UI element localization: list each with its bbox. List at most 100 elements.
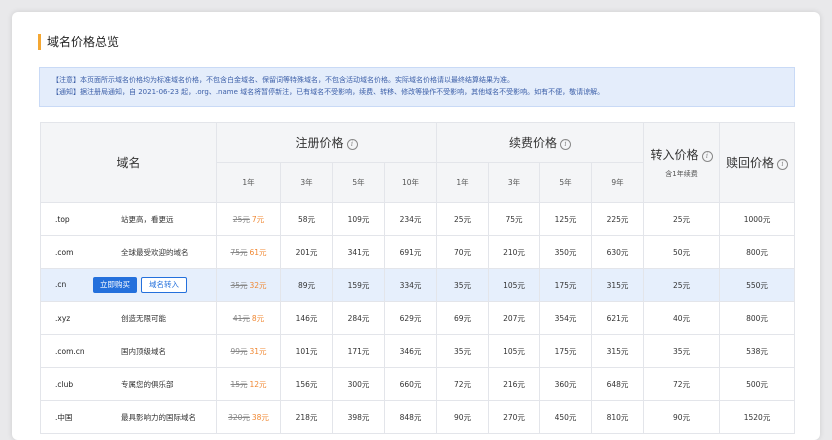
renew-5y-price: 350元 bbox=[539, 235, 593, 269]
domain-cell: .top 站更高，看更远 bbox=[40, 202, 217, 236]
renew-9y-price: 315元 bbox=[591, 334, 645, 368]
tld-name: .com.cn bbox=[55, 346, 85, 356]
original-price: 25元 bbox=[232, 214, 250, 224]
table-row[interactable]: .xyz 创造无限可能 41元 8元 146元 284元 629元 69元 207元… bbox=[40, 301, 796, 335]
table-row[interactable]: .com 全球最受欢迎的域名 75元 61元 201元 341元 691元 70元 … bbox=[40, 235, 796, 269]
tld-name: .xyz bbox=[55, 313, 71, 323]
register-10y-price: 334元 bbox=[383, 268, 438, 302]
register-1y-price: 35元 32元 bbox=[216, 268, 281, 302]
register-10y-price: 691元 bbox=[383, 235, 438, 269]
header-register-1y: 1年 bbox=[216, 162, 281, 203]
domain-cell: .cn 立即购买 域名转入 bbox=[40, 268, 217, 302]
header-register-5y: 5年 bbox=[332, 162, 385, 203]
header-redeem-price: 赎回价格 i bbox=[719, 122, 796, 203]
register-10y-price: 848元 bbox=[383, 400, 438, 434]
header-renew-price: 续费价格 i bbox=[436, 122, 645, 163]
domain-cell: .club 专属您的俱乐部 bbox=[40, 367, 217, 401]
buy-now-button[interactable]: 立即购买 bbox=[93, 277, 137, 293]
table-row-hovered[interactable]: .cn 立即购买 域名转入 35元 32元 89元 159元 334元 35元 105… bbox=[40, 268, 796, 302]
header-register-10y: 10年 bbox=[383, 162, 438, 203]
discount-price: 7元 bbox=[251, 214, 265, 224]
info-circle-icon[interactable]: i bbox=[777, 159, 789, 170]
renew-3y-price: 75元 bbox=[488, 202, 541, 236]
tld-name: .中国 bbox=[55, 412, 73, 422]
table-row[interactable]: .top 站更高，看更远 25元 7元 58元 109元 234元 25元 75元 … bbox=[40, 202, 796, 236]
register-5y-price: 300元 bbox=[332, 367, 385, 401]
info-circle-icon[interactable]: i bbox=[701, 151, 713, 162]
transfer-price: 50元 bbox=[643, 235, 721, 269]
renew-3y-price: 207元 bbox=[488, 301, 541, 335]
page-title: 域名价格总览 bbox=[38, 34, 119, 50]
register-5y-price: 109元 bbox=[332, 202, 385, 236]
register-3y-price: 89元 bbox=[280, 268, 333, 302]
domain-transfer-button[interactable]: 域名转入 bbox=[141, 277, 187, 293]
table-row[interactable]: .com.cn 国内顶级域名 99元 31元 101元 171元 346元 35元 … bbox=[40, 334, 796, 368]
renew-9y-price: 225元 bbox=[591, 202, 645, 236]
notice-line-attention: 【注意】本页面所示域名价格均为标准域名价格，不包含白金域名、保留词等特殊域名，不… bbox=[52, 76, 514, 84]
transfer-price: 72元 bbox=[643, 367, 721, 401]
header-register-price: 注册价格 i bbox=[215, 122, 438, 163]
renew-3y-price: 210元 bbox=[488, 235, 541, 269]
original-price: 41元 bbox=[232, 313, 250, 323]
notice-box: 【注意】本页面所示域名价格均为标准域名价格，不包含白金域名、保留词等特殊域名，不… bbox=[39, 67, 795, 107]
renew-9y-price: 648元 bbox=[591, 367, 645, 401]
renew-3y-price: 270元 bbox=[488, 400, 541, 434]
header-renew-5y: 5年 bbox=[539, 162, 593, 203]
redeem-price: 550元 bbox=[719, 268, 796, 302]
redeem-price: 800元 bbox=[719, 235, 796, 269]
renew-5y-price: 175元 bbox=[539, 334, 593, 368]
original-price: 320元 bbox=[228, 412, 250, 422]
original-price: 15元 bbox=[230, 379, 248, 389]
register-3y-price: 156元 bbox=[280, 367, 333, 401]
register-1y-price: 75元 61元 bbox=[216, 235, 281, 269]
renew-1y-price: 72元 bbox=[436, 367, 490, 401]
tld-name: .top bbox=[55, 214, 70, 224]
renew-5y-price: 175元 bbox=[539, 268, 593, 302]
discount-price: 32元 bbox=[249, 280, 267, 290]
transfer-price: 90元 bbox=[643, 400, 721, 434]
renew-1y-price: 90元 bbox=[436, 400, 490, 434]
tld-description: 专属您的俱乐部 bbox=[121, 379, 174, 389]
table-row[interactable]: .club 专属您的俱乐部 15元 12元 156元 300元 660元 72元 2… bbox=[40, 367, 796, 401]
info-circle-icon[interactable]: i bbox=[346, 139, 358, 150]
register-3y-price: 218元 bbox=[280, 400, 333, 434]
register-1y-price: 15元 12元 bbox=[216, 367, 281, 401]
discount-price: 61元 bbox=[249, 247, 267, 257]
register-5y-price: 341元 bbox=[332, 235, 385, 269]
transfer-price: 25元 bbox=[643, 268, 721, 302]
tld-description: 站更高，看更远 bbox=[121, 214, 174, 224]
register-5y-price: 159元 bbox=[332, 268, 385, 302]
discount-price: 8元 bbox=[251, 313, 265, 323]
tld-description: 全球最受欢迎的域名 bbox=[121, 247, 189, 257]
discount-price: 38元 bbox=[251, 412, 269, 422]
header-register-3y: 3年 bbox=[280, 162, 333, 203]
header-renew-9y: 9年 bbox=[591, 162, 645, 203]
transfer-note: 含1年续费 bbox=[665, 170, 698, 178]
original-price: 35元 bbox=[230, 280, 248, 290]
domain-cell: .中国 最具影响力的国际域名 bbox=[40, 400, 217, 434]
domain-cell: .com.cn 国内顶级域名 bbox=[40, 334, 217, 368]
renew-9y-price: 630元 bbox=[591, 235, 645, 269]
header-renew-3y: 3年 bbox=[488, 162, 541, 203]
renew-5y-price: 354元 bbox=[539, 301, 593, 335]
header-transfer-price: 转入价格 i 含1年续费 bbox=[643, 122, 721, 203]
discount-price: 31元 bbox=[249, 346, 267, 356]
transfer-price: 40元 bbox=[643, 301, 721, 335]
register-5y-price: 284元 bbox=[332, 301, 385, 335]
register-10y-price: 660元 bbox=[383, 367, 438, 401]
renew-9y-price: 315元 bbox=[591, 268, 645, 302]
renew-1y-price: 35元 bbox=[436, 268, 490, 302]
register-5y-price: 171元 bbox=[332, 334, 385, 368]
info-circle-icon[interactable]: i bbox=[560, 139, 572, 150]
original-price: 75元 bbox=[230, 247, 248, 257]
tld-name: .com bbox=[55, 247, 74, 257]
renew-1y-price: 70元 bbox=[436, 235, 490, 269]
tld-description: 创造无限可能 bbox=[121, 313, 166, 323]
table-row[interactable]: .中国 最具影响力的国际域名 320元 38元 218元 398元 848元 90元… bbox=[40, 400, 796, 434]
transfer-price: 35元 bbox=[643, 334, 721, 368]
register-10y-price: 234元 bbox=[383, 202, 438, 236]
domain-cell: .xyz 创造无限可能 bbox=[40, 301, 217, 335]
transfer-price: 25元 bbox=[643, 202, 721, 236]
redeem-price: 500元 bbox=[719, 367, 796, 401]
redeem-price: 1520元 bbox=[719, 400, 796, 434]
